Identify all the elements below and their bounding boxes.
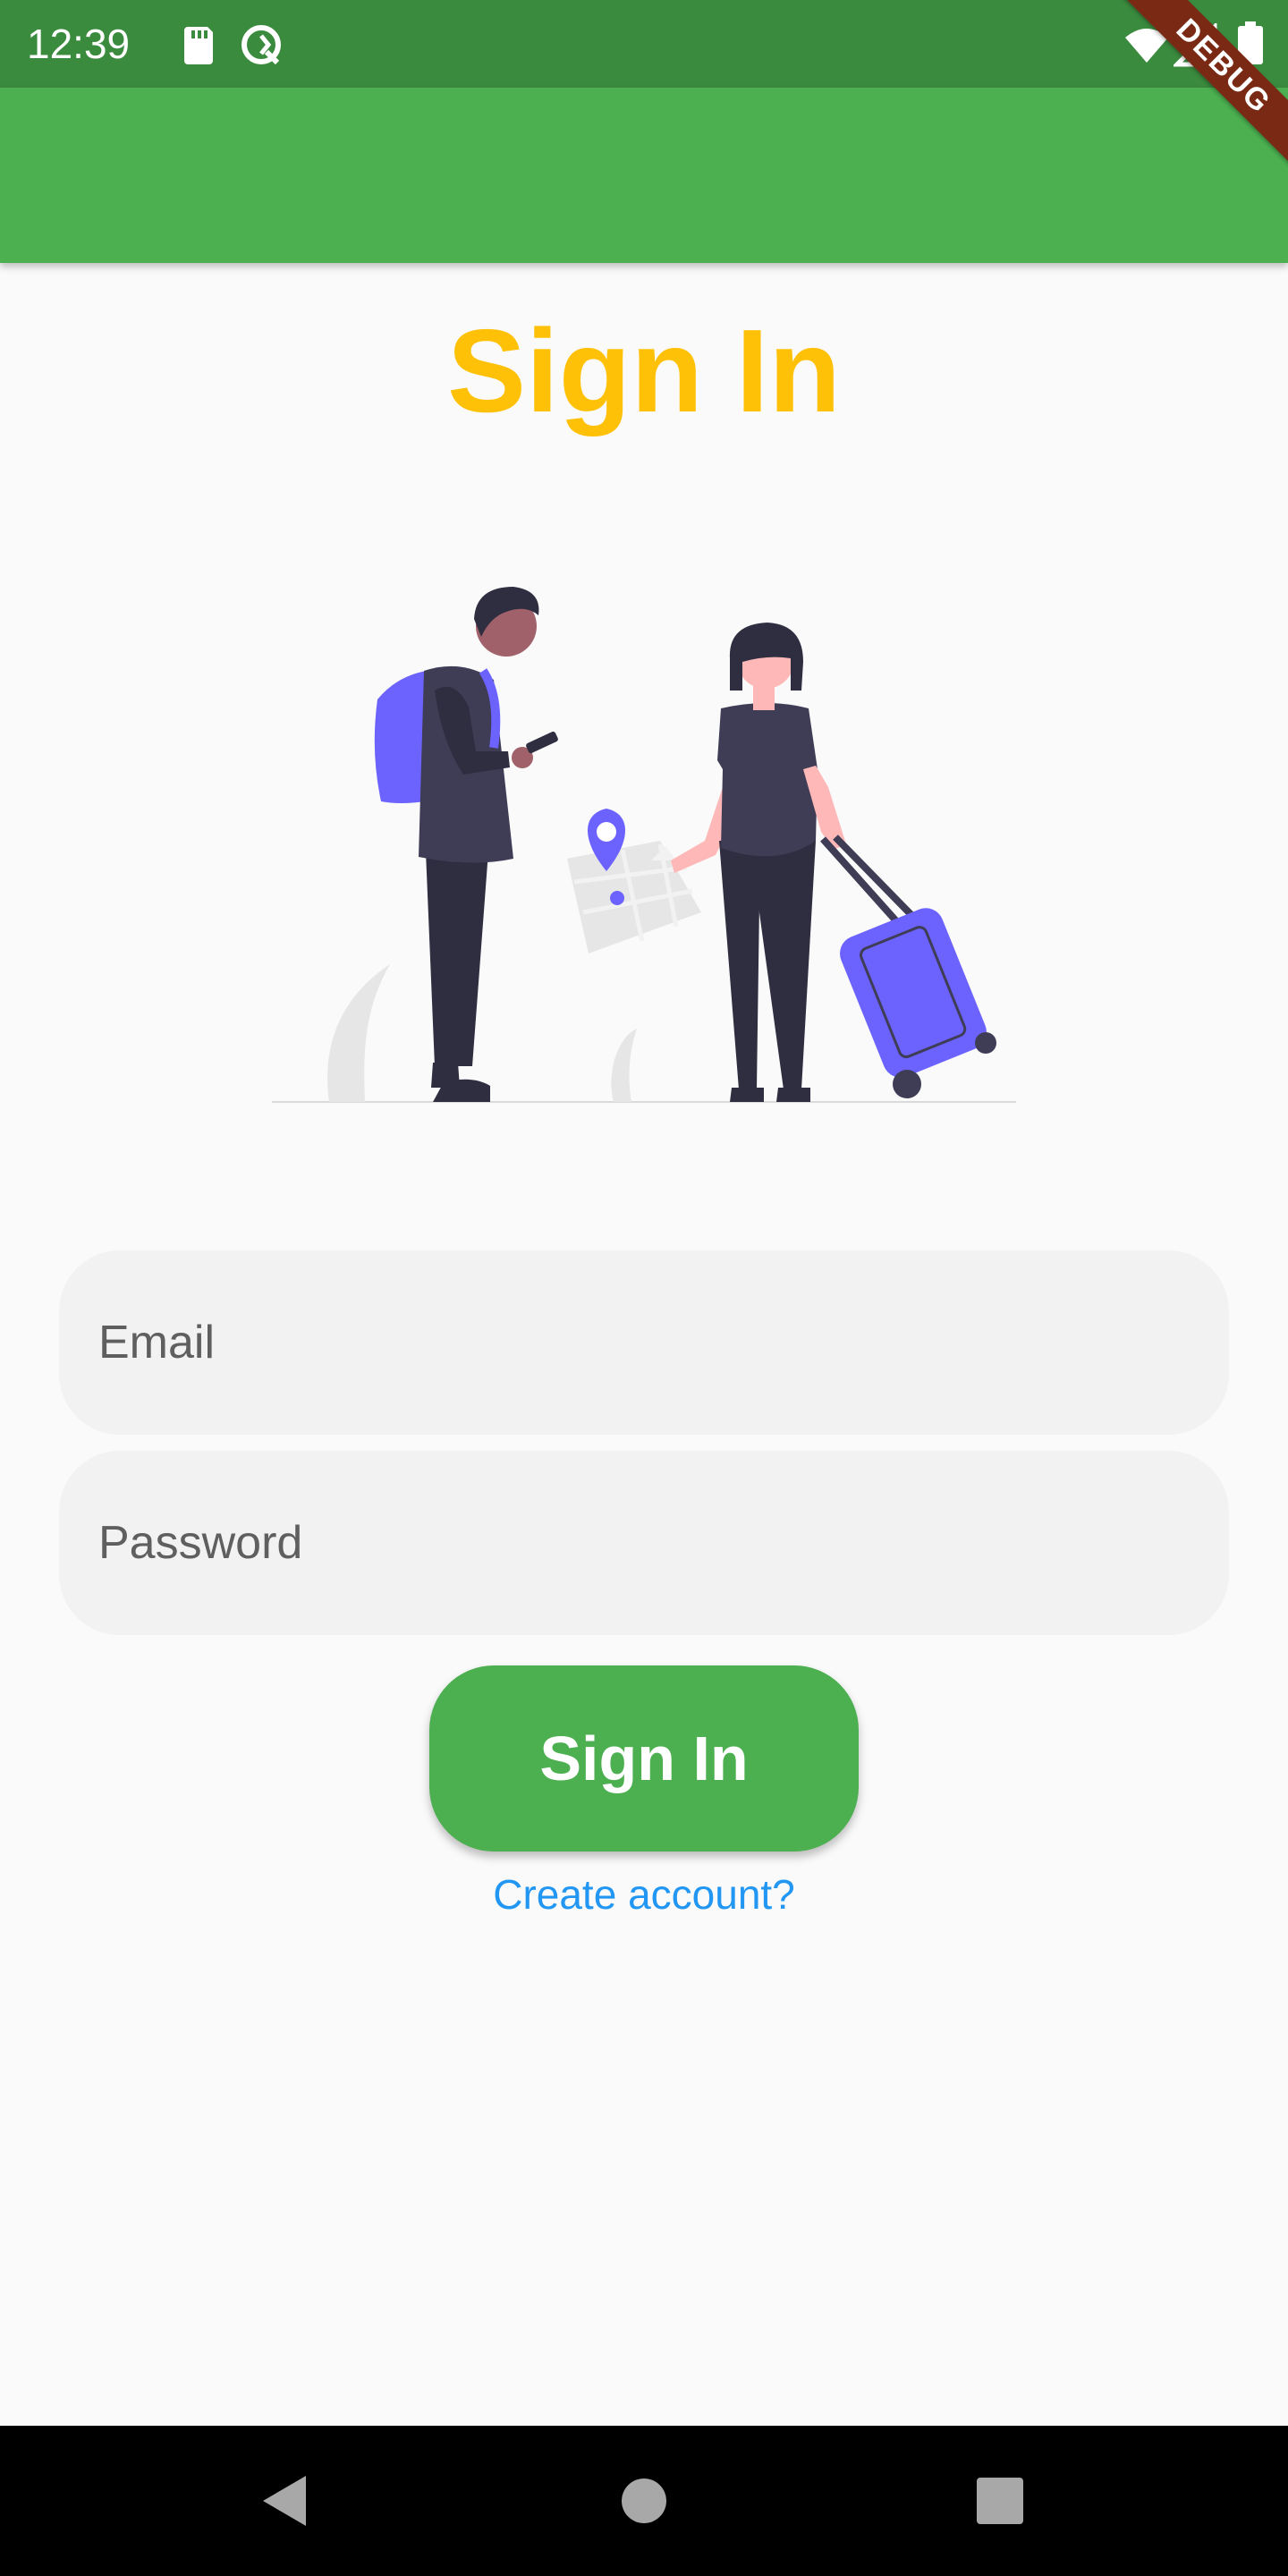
password-field[interactable]	[59, 1450, 1229, 1636]
plant-middle	[611, 1029, 637, 1102]
travelers-illustration	[272, 587, 1016, 1103]
status-time: 12:39	[27, 21, 131, 67]
sd-card-icon	[184, 27, 213, 64]
email-field[interactable]	[59, 1250, 1229, 1436]
recents-icon[interactable]	[961, 2462, 1039, 2540]
sign-in-screen: 12:39 DEBUG Sign In Email Sign In Create…	[0, 0, 1288, 2576]
man-figure	[374, 587, 558, 1102]
password-input[interactable]	[97, 1450, 1229, 1636]
email-input[interactable]	[97, 1250, 1229, 1436]
debug-banner-label: DEBUG	[1113, 0, 1288, 177]
create-account-link[interactable]: Create account?	[0, 1866, 1288, 1923]
woman-figure	[671, 623, 996, 1102]
sync-icon	[242, 25, 281, 65]
page-title: Sign In	[447, 305, 841, 436]
system-nav-bar	[0, 2426, 1288, 2576]
sign-in-button[interactable]: Sign In	[429, 1665, 859, 1852]
debug-banner: DEBUG	[1091, 0, 1288, 197]
plant-left	[327, 964, 390, 1102]
back-icon[interactable]	[247, 2462, 326, 2540]
home-icon[interactable]	[605, 2462, 683, 2540]
